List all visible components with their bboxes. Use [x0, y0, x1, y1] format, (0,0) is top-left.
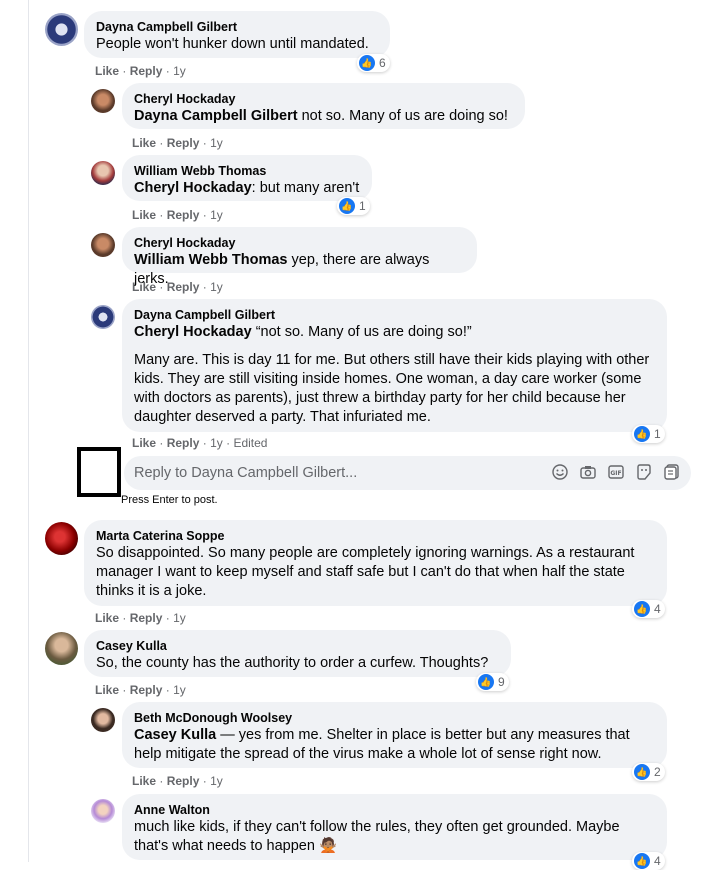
comment-text: much like kids, if they can't follow the… [134, 819, 620, 854]
timestamp[interactable]: 1y [210, 436, 223, 450]
reply-button[interactable]: Reply [167, 136, 200, 150]
like-button[interactable]: Like [95, 611, 119, 625]
like-button[interactable]: Like [95, 64, 119, 78]
mention-link[interactable]: Dayna Campbell Gilbert [134, 108, 298, 124]
like-button[interactable]: Like [132, 208, 156, 222]
reaction-count[interactable]: 👍 6 [357, 54, 390, 72]
comment-actions: Like · Reply · 1y · Edited [132, 436, 268, 450]
reply-button[interactable]: Reply [167, 208, 200, 222]
avatar[interactable] [91, 708, 115, 732]
like-icon: 👍 [359, 55, 375, 71]
comment-actions: Like · Reply · 1y [95, 64, 186, 78]
like-icon: 👍 [634, 764, 650, 780]
comment-author[interactable]: William Webb Thomas [134, 163, 360, 179]
mention-link[interactable]: William Webb Thomas [134, 252, 287, 268]
like-icon: 👍 [634, 426, 650, 442]
timestamp[interactable]: 1y [210, 774, 223, 788]
comment-actions: Like · Reply · 1y [132, 136, 223, 150]
comment-author[interactable]: Casey Kulla [96, 638, 499, 654]
mention-link[interactable]: Cheryl Hockaday [134, 324, 252, 340]
like-icon: 👍 [339, 198, 355, 214]
timestamp[interactable]: 1y [173, 683, 186, 697]
comment-actions: Like · Reply · 1y [132, 208, 223, 222]
reaction-count[interactable]: 👍 4 [632, 600, 665, 618]
comment-actions: Like · Reply · 1y [95, 683, 186, 697]
like-icon: 👍 [634, 601, 650, 617]
camera-icon[interactable] [579, 463, 597, 481]
attachment-icon[interactable] [663, 463, 681, 481]
reply-button[interactable]: Reply [167, 436, 200, 450]
comment-bubble: Beth McDonough Woolsey Casey Kulla — yes… [122, 702, 667, 768]
comment-author[interactable]: Dayna Campbell Gilbert [96, 19, 378, 35]
comment-bubble: Dayna Campbell Gilbert People won't hunk… [84, 11, 390, 58]
like-icon: 👍 [478, 674, 494, 690]
reply-button[interactable]: Reply [130, 683, 163, 697]
reaction-count[interactable]: 👍 9 [476, 673, 509, 691]
avatar[interactable] [45, 522, 78, 555]
avatar[interactable] [91, 799, 115, 823]
smile-icon[interactable] [551, 463, 569, 481]
like-button[interactable]: Like [95, 683, 119, 697]
like-button[interactable]: Like [132, 774, 156, 788]
sticker-icon[interactable] [635, 463, 653, 481]
comment-author[interactable]: Cheryl Hockaday [134, 235, 465, 251]
comment-author[interactable]: Marta Caterina Soppe [96, 528, 655, 544]
comment-actions: Like · Reply · 1y [132, 774, 223, 788]
mention-link[interactable]: Cheryl Hockaday [134, 180, 252, 196]
reaction-count[interactable]: 👍 4 [632, 852, 665, 870]
svg-text:GIF: GIF [610, 470, 621, 477]
comment-bubble: Anne Walton much like kids, if they can'… [122, 794, 667, 860]
comment-text: So, the county has the authority to orde… [96, 655, 489, 671]
reply-toolbar: GIF [551, 463, 681, 481]
comment-bubble: Cheryl Hockaday William Webb Thomas yep,… [122, 227, 477, 287]
reply-placeholder: Reply to Dayna Campbell Gilbert... [134, 465, 358, 481]
avatar[interactable] [45, 632, 78, 665]
avatar[interactable] [45, 13, 78, 46]
comment-text-paragraph: Many are. This is day 11 for me. But oth… [134, 352, 650, 425]
reply-button[interactable]: Reply [130, 64, 163, 78]
timestamp[interactable]: 1y [173, 611, 186, 625]
comment-bubble: Dayna Campbell Gilbert Cheryl Hockaday “… [122, 299, 667, 432]
like-icon: 👍 [634, 853, 650, 869]
comment-author[interactable]: Beth McDonough Woolsey [134, 710, 655, 726]
comment-actions: Like · Reply · 1y [132, 280, 223, 294]
avatar[interactable] [91, 161, 115, 185]
comment-author[interactable]: Anne Walton [134, 802, 655, 818]
comment-text: So disappointed. So many people are comp… [96, 545, 635, 599]
like-button[interactable]: Like [132, 136, 156, 150]
comment-author[interactable]: Cheryl Hockaday [134, 91, 513, 107]
avatar[interactable] [91, 305, 115, 329]
comment-text: Cheryl Hockaday “not so. Many of us are … [134, 324, 472, 340]
reply-button[interactable]: Reply [167, 280, 200, 294]
avatar[interactable] [91, 233, 115, 257]
timestamp[interactable]: 1y [210, 136, 223, 150]
press-enter-hint: Press Enter to post. [121, 494, 218, 506]
reaction-count[interactable]: 👍 1 [337, 197, 370, 215]
reaction-count[interactable]: 👍 1 [632, 425, 665, 443]
gif-icon[interactable]: GIF [607, 463, 625, 481]
comment-text: Casey Kulla — yes from me. Shelter in pl… [134, 727, 630, 762]
comment-bubble: Cheryl Hockaday Dayna Campbell Gilbert n… [122, 83, 525, 129]
comment-text: Dayna Campbell Gilbert not so. Many of u… [134, 108, 508, 124]
like-button[interactable]: Like [132, 436, 156, 450]
avatar[interactable] [91, 89, 115, 113]
reaction-count[interactable]: 👍 2 [632, 763, 665, 781]
reply-button[interactable]: Reply [167, 774, 200, 788]
comment-bubble: William Webb Thomas Cheryl Hockaday: but… [122, 155, 372, 201]
reply-button[interactable]: Reply [130, 611, 163, 625]
timestamp[interactable]: 1y [210, 208, 223, 222]
timestamp[interactable]: 1y [173, 64, 186, 78]
like-button[interactable]: Like [132, 280, 156, 294]
comment-bubble: Marta Caterina Soppe So disappointed. So… [84, 520, 667, 606]
edited-label[interactable]: Edited [233, 436, 267, 450]
comment-text: Cheryl Hockaday: but many aren't [134, 180, 360, 196]
reply-input[interactable]: Reply to Dayna Campbell Gilbert... GIF [124, 456, 691, 490]
redaction-box [77, 447, 121, 497]
comment-actions: Like · Reply · 1y [95, 611, 186, 625]
comment-bubble: Casey Kulla So, the county has the autho… [84, 630, 511, 677]
comment-text: People won't hunker down until mandated. [96, 36, 369, 52]
timestamp[interactable]: 1y [210, 280, 223, 294]
mention-link[interactable]: Casey Kulla [134, 727, 216, 743]
comment-author[interactable]: Dayna Campbell Gilbert [134, 307, 655, 323]
